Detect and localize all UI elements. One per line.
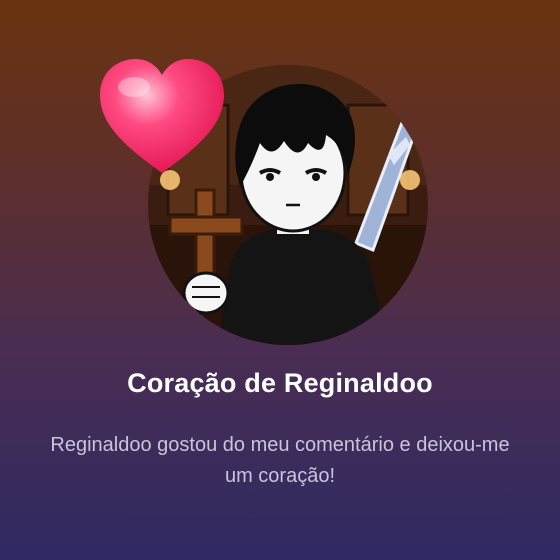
notification-message: Reginaldoo gostou do meu comentário e de… xyxy=(50,434,510,487)
heart-notification-card: Coração de Reginaldoo Reginaldoo gostou … xyxy=(0,0,560,560)
notification-title: Coração de Reginaldoo xyxy=(127,368,433,398)
heart-icon xyxy=(100,59,224,173)
